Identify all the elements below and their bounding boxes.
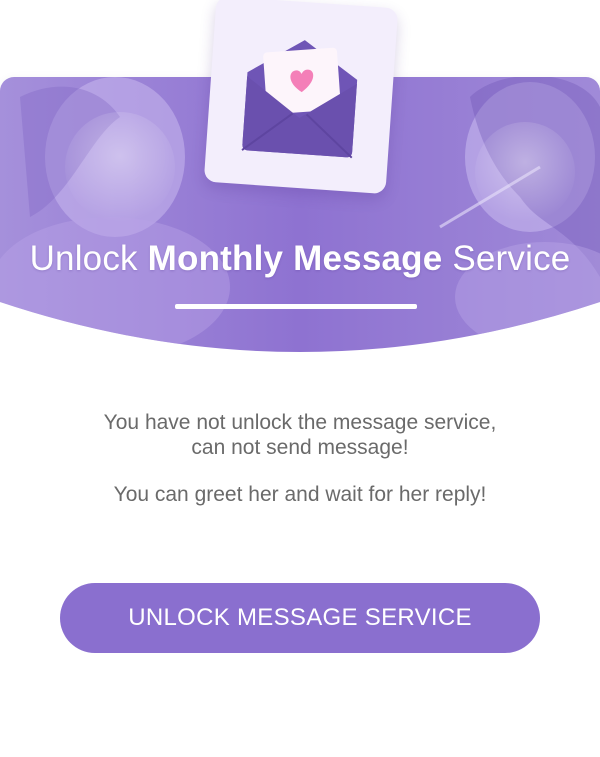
title-prefix: Unlock [29, 239, 148, 278]
message-line-2: can not send message! [191, 436, 409, 459]
unlock-button-label: UNLOCK MESSAGE SERVICE [128, 604, 472, 631]
message-line-3: You can greet her and wait for her reply… [113, 483, 487, 506]
title-bold: Monthly Message [147, 239, 443, 278]
title-divider [175, 304, 417, 309]
envelope-badge [203, 0, 399, 195]
message-text-block: You have not unlock the message service,… [60, 410, 540, 507]
envelope-heart-icon [241, 40, 358, 159]
unlock-message-service-button[interactable]: UNLOCK MESSAGE SERVICE [60, 583, 540, 653]
title-suffix: Service [442, 239, 571, 278]
message-line-1: You have not unlock the message service, [103, 411, 497, 434]
dialog-title: Unlock Monthly Message Service [0, 239, 600, 279]
